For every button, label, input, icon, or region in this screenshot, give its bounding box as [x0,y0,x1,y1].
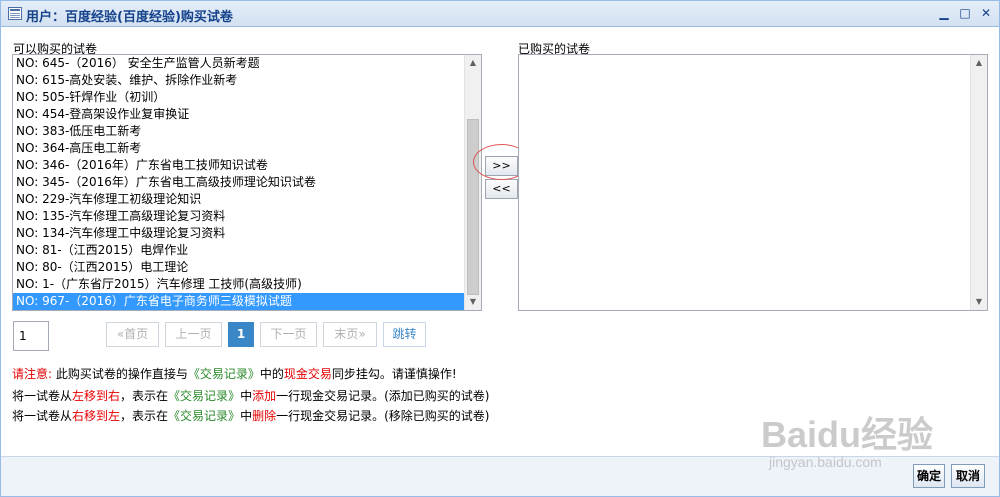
available-paper-item[interactable]: NO: 967-（2016）广东省电子商务师三级模拟试题 [13,293,481,310]
scroll-down-icon[interactable]: ▼ [465,294,481,310]
left-to-right-text: 左移到右 [72,389,121,403]
notice-warning-label: 请注意: [12,367,53,381]
transaction-record-link: 《交易记录》 [187,367,260,381]
dialog-footer [1,456,999,496]
available-paper-item[interactable]: NO: 134-汽车修理工中级理论复习资料 [13,225,481,242]
remove-paper-button[interactable]: << [485,179,518,199]
prev-page-button[interactable]: 上一页 [165,322,222,347]
close-icon[interactable]: ✕ [979,6,993,20]
available-scrollbar[interactable]: ▲ ▼ [464,55,481,310]
notice-text: 同步挂勾。请谨慎操作! [331,367,457,381]
maximize-icon[interactable]: □ [958,6,972,20]
available-paper-item[interactable]: NO: 81-（江西2015）电焊作业 [13,242,481,259]
notice-text: 一行现金交易记录。(添加已购买的试卷) [276,389,490,403]
available-papers-items: NO: 645-（2016） 安全生产监管人员新考题 NO: 615-高处安装、维… [13,55,481,310]
cash-transaction-text: 现金交易 [283,367,332,381]
transaction-record-link: 《交易记录》 [168,409,241,423]
scroll-up-icon[interactable]: ▲ [971,55,987,71]
notice-text: 中 [240,389,253,403]
confirm-button[interactable]: 确定 [913,464,945,488]
minimize-icon[interactable]: ▁ [937,6,951,20]
add-text: 添加 [252,389,277,403]
notice-line-1: 请注意: 此购买试卷的操作直接与《交易记录》中的现金交易同步挂勾。请谨慎操作! [12,365,457,382]
notice-text: 中 [240,409,253,423]
available-paper-item[interactable]: NO: 383-低压电工新考 [13,123,481,140]
transaction-record-link: 《交易记录》 [168,389,241,403]
available-paper-item[interactable]: NO: 229-汽车修理工初级理论知识 [13,191,481,208]
available-papers-listbox[interactable]: NO: 645-（2016） 安全生产监管人员新考题 NO: 615-高处安装、维… [12,54,482,311]
current-page-button[interactable]: 1 [228,322,254,347]
notice-line-2: 将一试卷从左移到右，表示在《交易记录》中添加一行现金交易记录。(添加已购买的试卷… [12,387,489,404]
watermark-logo: Baidu经验 [761,414,934,455]
scroll-down-icon[interactable]: ▼ [971,294,987,310]
window-title: 用户：百度经验(百度经验)购买试卷 [26,10,233,25]
available-paper-item[interactable]: NO: 1-（广东省厅2015）汽车修理 工技师(高级技师) [13,276,481,293]
available-paper-item[interactable]: NO: 645-（2016） 安全生产监管人员新考题 [13,55,481,72]
purchase-dialog: 用户：百度经验(百度经验)购买试卷 ▁ □ ✕ 可以购买的试卷 已购买的试卷 N… [0,0,1000,497]
notice-line-3: 将一试卷从右移到左，表示在《交易记录》中删除一行现金交易记录。(移除已购买的试卷… [12,407,489,424]
notice-text: ，表示在 [120,389,169,403]
notice-text: 中的 [259,367,284,381]
first-page-button[interactable]: «首页 [106,322,159,347]
cancel-button[interactable]: 取消 [951,464,985,488]
available-paper-item[interactable]: NO: 615-高处安装、维护、拆除作业新考 [13,72,481,89]
scroll-up-icon[interactable]: ▲ [465,55,481,71]
delete-text: 删除 [252,409,277,423]
available-paper-item[interactable]: NO: 454-登高架设作业复审换证 [13,106,481,123]
scroll-thumb[interactable] [467,119,479,295]
notice-text: 一行现金交易记录。(移除已购买的试卷) [276,409,490,423]
page-number-input[interactable]: 1 [13,321,49,351]
available-paper-item[interactable]: NO: 505-钎焊作业（初训） [13,89,481,106]
window-list-icon [8,7,22,20]
purchased-scrollbar[interactable]: ▲ ▼ [970,55,987,310]
notice-text: 此购买试卷的操作直接与 [52,367,188,381]
available-paper-item[interactable]: NO: 80-（江西2015）电工理论 [13,259,481,276]
available-paper-item[interactable]: NO: 346-（2016年）广东省电工技师知识试卷 [13,157,481,174]
available-paper-item[interactable]: NO: 135-汽车修理工高级理论复习资料 [13,208,481,225]
available-paper-item[interactable]: NO: 345-（2016年）广东省电工高级技师理论知识试卷 [13,174,481,191]
available-paper-item[interactable]: NO: 364-高压电工新考 [13,140,481,157]
title-bar[interactable]: 用户：百度经验(百度经验)购买试卷 ▁ □ ✕ [1,1,999,27]
jump-page-button[interactable]: 跳转 [383,322,426,347]
notice-text: ，表示在 [120,409,169,423]
notice-text: 将一试卷从 [12,409,73,423]
purchased-papers-listbox[interactable]: ▲ ▼ [518,54,988,311]
last-page-button[interactable]: 末页» [323,322,377,347]
right-to-left-text: 右移到左 [72,409,121,423]
notice-text: 将一试卷从 [12,389,73,403]
next-page-button[interactable]: 下一页 [260,322,317,347]
